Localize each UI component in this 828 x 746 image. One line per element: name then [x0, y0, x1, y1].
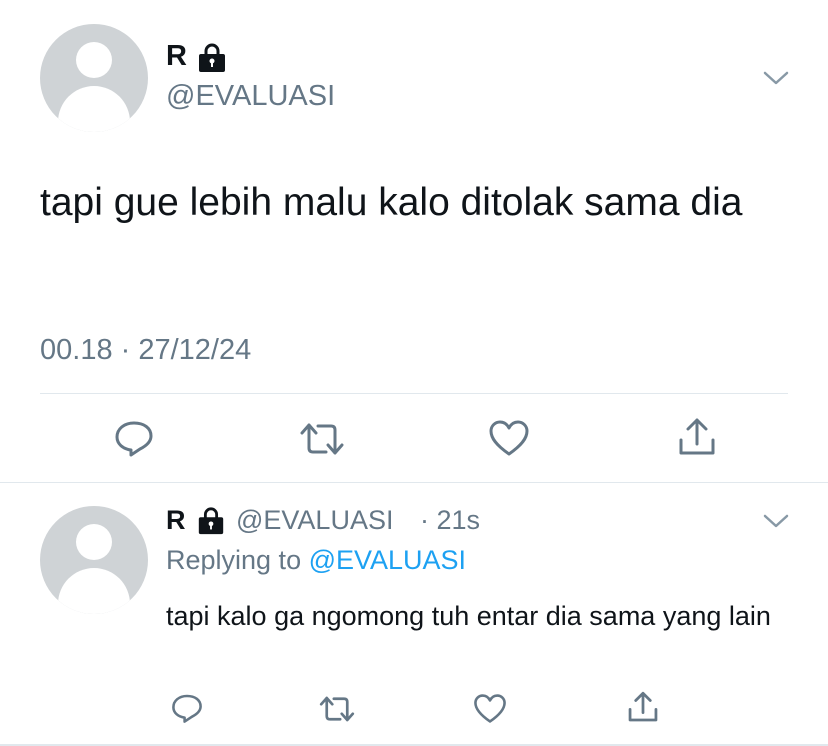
- reply-icon[interactable]: [113, 418, 155, 458]
- user-handle[interactable]: @EVALUASI: [166, 80, 335, 113]
- chevron-down-icon[interactable]: [762, 511, 790, 531]
- display-name[interactable]: R: [166, 505, 186, 536]
- retweet-icon[interactable]: [318, 694, 356, 724]
- reply-text: tapi kalo ga ngomong tuh entar dia sama …: [166, 601, 771, 631]
- like-icon[interactable]: [488, 419, 530, 457]
- share-icon[interactable]: [676, 416, 718, 458]
- user-handle[interactable]: @EVALUASI: [236, 505, 393, 536]
- mention-link[interactable]: @EVALUASI: [309, 545, 466, 575]
- divider: [40, 393, 788, 394]
- reply-timestamp[interactable]: · 21s: [420, 505, 480, 536]
- lock-icon: [198, 507, 224, 535]
- display-name[interactable]: R: [166, 40, 187, 73]
- reply-icon[interactable]: [170, 692, 204, 724]
- tweet-timestamp[interactable]: 00.18 · 27/12/24: [40, 334, 251, 367]
- replying-to: Replying to @EVALUASI: [166, 545, 466, 576]
- divider: [0, 482, 828, 483]
- retweet-icon[interactable]: [298, 420, 346, 458]
- avatar[interactable]: [40, 506, 148, 614]
- chevron-down-icon[interactable]: [762, 68, 790, 88]
- avatar[interactable]: [40, 24, 148, 132]
- tweet-text: tapi gue lebih malu kalo ditolak sama di…: [40, 181, 743, 224]
- replying-to-label: Replying to: [166, 545, 309, 575]
- lock-icon: [199, 43, 225, 72]
- share-icon[interactable]: [626, 690, 660, 724]
- like-icon[interactable]: [473, 693, 507, 724]
